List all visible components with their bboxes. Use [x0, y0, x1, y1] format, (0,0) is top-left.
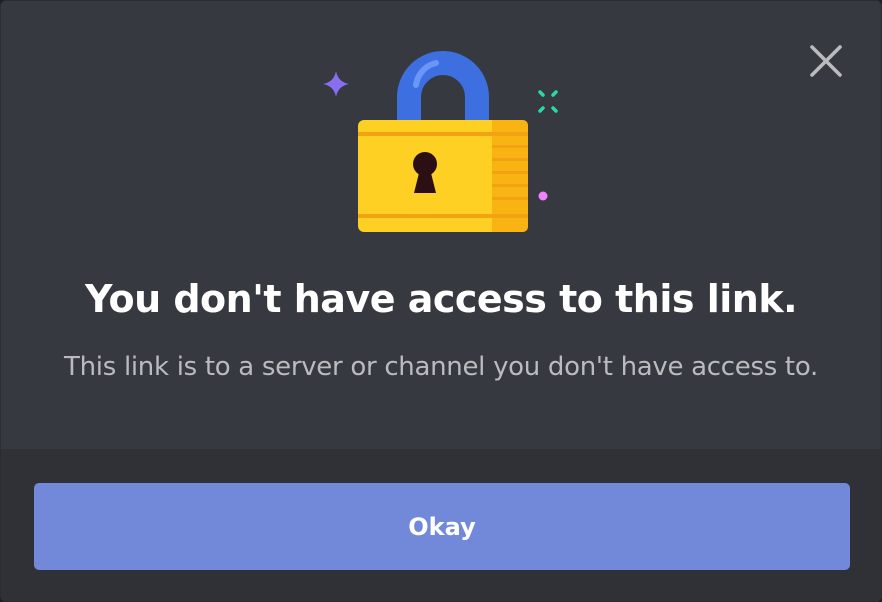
okay-button-label: Okay [408, 512, 476, 541]
dialog-subtitle: This link is to a server or channel you … [64, 352, 818, 382]
dialog-title: You don't have access to this link. [84, 277, 798, 321]
pink-dot-icon [538, 191, 548, 201]
close-button[interactable] [804, 39, 848, 83]
close-icon [810, 45, 842, 77]
purple-sparkle-icon [323, 71, 349, 97]
access-denied-modal: You don't have access to this link. This… [0, 0, 882, 602]
modal-body: You don't have access to this link. This… [1, 1, 881, 449]
okay-button[interactable]: Okay [34, 483, 850, 570]
padlock-icon [358, 51, 528, 232]
lock-illustration [316, 45, 576, 245]
green-sparkle-icon [538, 90, 558, 113]
